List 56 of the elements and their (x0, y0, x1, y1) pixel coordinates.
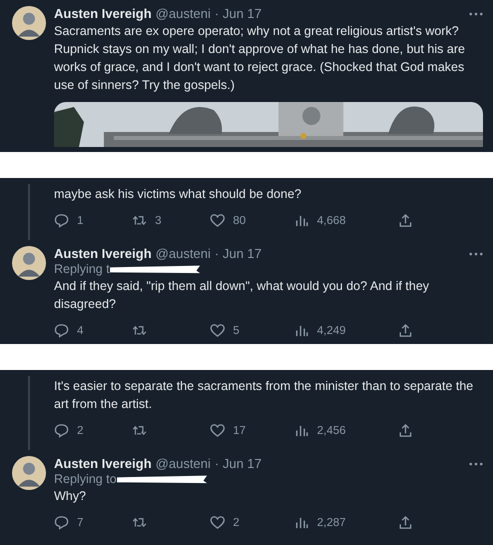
bar-chart-icon[interactable] (294, 323, 309, 338)
tweet-text: It's easier to separate the sacraments from the minister than to separate the art from the artist. (54, 378, 474, 413)
heart-icon[interactable] (210, 213, 225, 228)
action-count: 4 (77, 324, 84, 336)
avatar-icon[interactable] (12, 6, 46, 40)
action-count: 2,287 (317, 516, 346, 528)
share-icon[interactable] (398, 515, 413, 530)
bar-chart-icon[interactable] (294, 213, 309, 228)
reply-icon[interactable] (54, 323, 69, 338)
action-count: 7 (77, 516, 84, 528)
replying-to-label: Replying to (54, 472, 117, 486)
share-icon[interactable] (398, 323, 413, 338)
retweet-icon[interactable] (132, 323, 147, 338)
heart-icon[interactable] (210, 323, 225, 338)
retweet-icon[interactable] (132, 423, 147, 438)
retweet-icon[interactable] (132, 213, 147, 228)
author-name[interactable]: Austen Ivereigh (54, 6, 152, 21)
retweet-icon[interactable] (132, 515, 147, 530)
tweet-text: Sacraments are ex opere operato; why not a great religious artist's work? Rupnick stays on my wall; I don't approve of what he has done, but his are works of grace, and I don't want to reject grace. (Shocked that God makes use of sinners? Try the gospels.) (54, 23, 466, 94)
action-count: 80 (233, 214, 246, 226)
replying-to-label: Replying t (54, 262, 110, 276)
author-handle[interactable]: @austeni (156, 456, 211, 471)
action-count: 3 (155, 214, 162, 226)
heart-icon[interactable] (210, 515, 225, 530)
tweet-date[interactable]: · Jun 17 (214, 6, 262, 21)
more-icon[interactable] (469, 252, 483, 256)
tweet-text: Why? (54, 488, 87, 505)
action-count: 2,456 (317, 424, 346, 436)
more-icon[interactable] (469, 462, 483, 466)
tweet-text: maybe ask his victims what should be done? (54, 186, 302, 203)
more-icon[interactable] (469, 12, 483, 16)
reply-icon[interactable] (54, 213, 69, 228)
action-count: 1 (77, 214, 84, 226)
bar-chart-icon[interactable] (294, 515, 309, 530)
tweet-date[interactable]: · Jun 17 (214, 246, 262, 261)
author-name[interactable]: Austen Ivereigh (54, 246, 152, 261)
reply-icon[interactable] (54, 423, 69, 438)
author-handle[interactable]: @austeni (156, 6, 211, 21)
tweet-text: And if they said, "rip them all down", what would you do? And if they disagreed? (54, 278, 430, 313)
author-handle[interactable]: @austeni (156, 246, 211, 261)
action-count: 17 (233, 424, 246, 436)
heart-icon[interactable] (210, 423, 225, 438)
bar-chart-icon[interactable] (294, 423, 309, 438)
author-name[interactable]: Austen Ivereigh (54, 456, 152, 471)
avatar-icon[interactable] (12, 246, 46, 280)
thread-line (28, 184, 30, 240)
avatar-icon[interactable] (12, 456, 46, 490)
share-icon[interactable] (398, 423, 413, 438)
action-count: 2 (77, 424, 84, 436)
action-count: 4,249 (317, 324, 346, 336)
action-count: 5 (233, 324, 240, 336)
action-count: 2 (233, 516, 240, 528)
action-count: 4,668 (317, 214, 346, 226)
reply-icon[interactable] (54, 515, 69, 530)
share-icon[interactable] (398, 213, 413, 228)
tweet-date[interactable]: · Jun 17 (214, 456, 262, 471)
